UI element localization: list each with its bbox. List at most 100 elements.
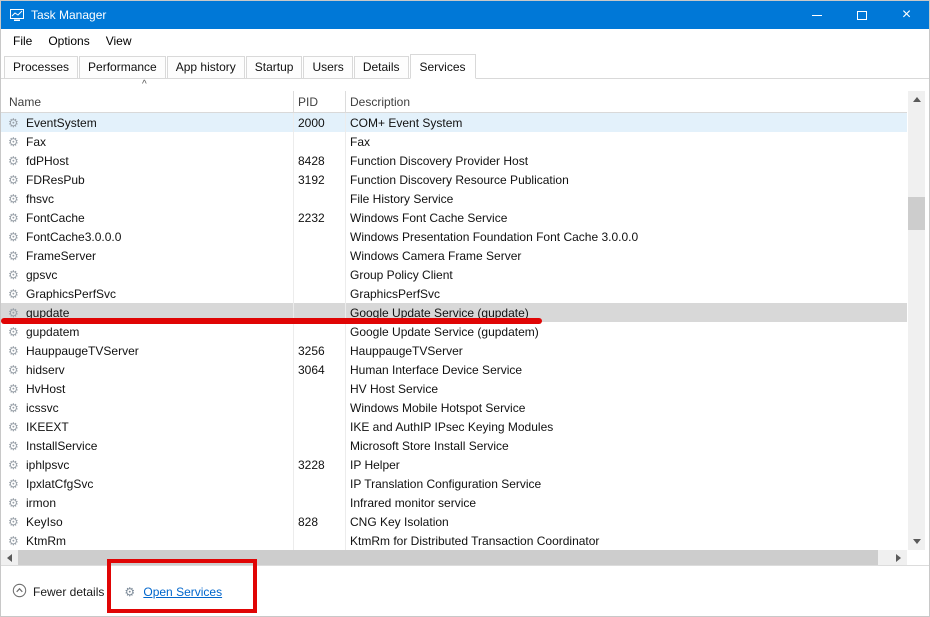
sort-ascending-icon: ^ bbox=[142, 79, 147, 90]
cell-description: Windows Mobile Hotspot Service bbox=[350, 400, 526, 415]
menu-item[interactable]: View bbox=[98, 31, 140, 51]
tab-content-gap bbox=[1, 79, 929, 91]
window-title: Task Manager bbox=[31, 8, 107, 22]
service-gear-icon: ⚙ bbox=[8, 514, 19, 529]
service-gear-icon: ⚙ bbox=[8, 438, 19, 453]
service-gear-icon: ⚙ bbox=[8, 115, 19, 130]
column-header-name[interactable]: Name ^ bbox=[1, 79, 294, 112]
scroll-up-button[interactable] bbox=[908, 91, 925, 108]
service-name-label: iphlpsvc bbox=[26, 457, 70, 472]
service-gear-icon: ⚙ bbox=[8, 248, 19, 263]
service-name-label: fhsvc bbox=[26, 191, 55, 206]
service-name-label: GraphicsPerfSvc bbox=[26, 286, 117, 301]
arrow-left-icon bbox=[3, 553, 12, 562]
table-row[interactable]: ⚙ HauppaugeTVServer 3256 HauppaugeTVServ… bbox=[1, 341, 907, 360]
service-name-label: FDResPub bbox=[26, 172, 85, 187]
table-row[interactable]: ⚙ KeyIso 828 CNG Key Isolation bbox=[1, 512, 907, 531]
cell-service-name: ⚙ fdPHost bbox=[1, 151, 294, 170]
service-gear-icon: ⚙ bbox=[8, 324, 19, 339]
cell-pid bbox=[294, 246, 346, 265]
table-row[interactable]: ⚙ Fax Fax bbox=[1, 132, 907, 151]
cell-pid bbox=[294, 132, 346, 151]
cell-service-name: ⚙ irmon bbox=[1, 493, 294, 512]
service-name-label: gpsvc bbox=[26, 267, 58, 282]
vertical-scrollbar-thumb[interactable] bbox=[908, 197, 925, 230]
table-row[interactable]: ⚙ hidserv 3064 Human Interface Device Se… bbox=[1, 360, 907, 379]
cell-pid bbox=[294, 322, 346, 341]
table-row[interactable]: ⚙ irmon Infrared monitor service bbox=[1, 493, 907, 512]
cell-service-name: ⚙ FDResPub bbox=[1, 170, 294, 189]
table-row[interactable]: ⚙ KtmRm KtmRm for Distributed Transactio… bbox=[1, 531, 907, 550]
cell-description: IKE and AuthIP IPsec Keying Modules bbox=[350, 419, 554, 434]
cell-description: Human Interface Device Service bbox=[350, 362, 523, 377]
tab[interactable]: Users bbox=[303, 56, 353, 78]
cell-pid: 3228 bbox=[294, 455, 346, 474]
menu-item[interactable]: Options bbox=[40, 31, 97, 51]
vertical-scrollbar[interactable] bbox=[908, 91, 925, 550]
cell-pid: 3192 bbox=[294, 170, 346, 189]
service-name-label: IpxlatCfgSvc bbox=[26, 476, 94, 491]
scroll-left-button[interactable] bbox=[1, 549, 18, 566]
scroll-right-button[interactable] bbox=[890, 549, 907, 566]
table-row[interactable]: ⚙ fdPHost 8428 Function Discovery Provid… bbox=[1, 151, 907, 170]
service-gear-icon: ⚙ bbox=[8, 400, 19, 415]
table-row[interactable]: ⚙ iphlpsvc 3228 IP Helper bbox=[1, 455, 907, 474]
task-manager-icon bbox=[9, 7, 25, 23]
fewer-details-toggle[interactable]: Fewer details bbox=[12, 583, 104, 601]
close-button[interactable]: × bbox=[884, 1, 929, 29]
scroll-down-button[interactable] bbox=[908, 533, 925, 550]
service-gear-icon: ⚙ bbox=[8, 191, 19, 206]
table-row[interactable]: ⚙ icssvc Windows Mobile Hotspot Service bbox=[1, 398, 907, 417]
table-row[interactable]: ⚙ gupdatem Google Update Service (gupdat… bbox=[1, 322, 907, 341]
table-row[interactable]: ⚙ fhsvc File History Service bbox=[1, 189, 907, 208]
service-name-label: KeyIso bbox=[26, 514, 63, 529]
table-row[interactable]: ⚙ FDResPub 3192 Function Discovery Resou… bbox=[1, 170, 907, 189]
service-name-label: FontCache3.0.0.0 bbox=[26, 229, 122, 244]
annotation-red-underline bbox=[1, 318, 542, 324]
table-row[interactable]: ⚙ gpsvc Group Policy Client bbox=[1, 265, 907, 284]
cell-service-name: ⚙ InstallService bbox=[1, 436, 294, 455]
tab-strip: Processes Performance App history Startu… bbox=[1, 52, 929, 79]
column-header-pid[interactable]: PID bbox=[294, 91, 346, 112]
table-row[interactable]: ⚙ InstallService Microsoft Store Install… bbox=[1, 436, 907, 455]
cell-service-name: ⚙ iphlpsvc bbox=[1, 455, 294, 474]
cell-description: IP Translation Configuration Service bbox=[350, 476, 542, 491]
tab[interactable]: Performance bbox=[79, 56, 166, 78]
menu-item[interactable]: File bbox=[5, 31, 40, 51]
tab[interactable]: Services bbox=[409, 54, 476, 79]
table-row[interactable]: ⚙ FontCache3.0.0.0 Windows Presentation … bbox=[1, 227, 907, 246]
table-row[interactable]: ⚙ FrameServer Windows Camera Frame Serve… bbox=[1, 246, 907, 265]
tab[interactable]: Startup bbox=[245, 56, 303, 78]
cell-pid bbox=[294, 493, 346, 512]
cell-description: Windows Camera Frame Server bbox=[350, 248, 522, 263]
menu-bar: File Options View bbox=[1, 29, 929, 52]
tab[interactable]: App history bbox=[166, 56, 245, 78]
table-row[interactable]: ⚙ EventSystem 2000 COM+ Event System bbox=[1, 113, 907, 132]
minimize-button[interactable] bbox=[794, 1, 839, 29]
service-name-label: FontCache bbox=[26, 210, 85, 225]
table-row[interactable]: ⚙ IpxlatCfgSvc IP Translation Configurat… bbox=[1, 474, 907, 493]
table-row[interactable]: ⚙ IKEEXT IKE and AuthIP IPsec Keying Mod… bbox=[1, 417, 907, 436]
service-gear-icon: ⚙ bbox=[8, 343, 19, 358]
table-row[interactable]: ⚙ GraphicsPerfSvc GraphicsPerfSvc bbox=[1, 284, 907, 303]
cell-service-name: ⚙ FrameServer bbox=[1, 246, 294, 265]
cell-description: IP Helper bbox=[350, 457, 400, 472]
cell-service-name: ⚙ icssvc bbox=[1, 398, 294, 417]
cell-service-name: ⚙ KeyIso bbox=[1, 512, 294, 531]
cell-pid bbox=[294, 531, 346, 550]
column-header-description[interactable]: Description bbox=[346, 91, 907, 112]
service-gear-icon: ⚙ bbox=[8, 267, 19, 282]
maximize-button[interactable] bbox=[839, 1, 884, 29]
tab[interactable]: Details bbox=[353, 56, 409, 78]
cell-pid: 2232 bbox=[294, 208, 346, 227]
cell-pid: 3256 bbox=[294, 341, 346, 360]
service-gear-icon: ⚙ bbox=[8, 305, 19, 320]
tab[interactable]: Processes bbox=[4, 56, 79, 78]
table-row[interactable]: ⚙ HvHost HV Host Service bbox=[1, 379, 907, 398]
table-row[interactable]: ⚙ FontCache 2232 Windows Font Cache Serv… bbox=[1, 208, 907, 227]
column-label-name: Name bbox=[9, 94, 42, 109]
service-name-label: icssvc bbox=[26, 400, 59, 415]
cell-pid bbox=[294, 284, 346, 303]
task-manager-window: Task Manager × File Options View Process… bbox=[0, 0, 930, 617]
service-gear-icon: ⚙ bbox=[8, 286, 19, 301]
